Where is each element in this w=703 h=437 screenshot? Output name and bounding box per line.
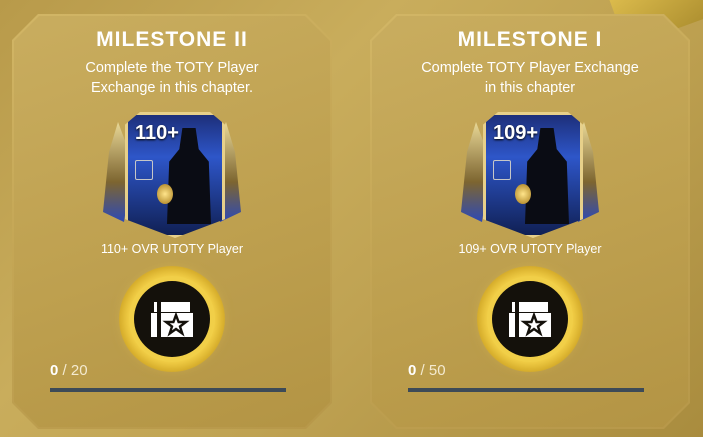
player-card: 109+	[461, 112, 599, 232]
card-rating: 110+	[135, 122, 179, 144]
gold-emblem-icon	[515, 184, 531, 204]
milestone-description: Complete the TOTY Player Exchange in thi…	[85, 60, 259, 96]
pack-circle	[134, 281, 210, 357]
card-rating: 109+	[493, 122, 539, 144]
pack-circle	[492, 281, 568, 357]
reward-label: 110+ OVR UTOTY Player	[100, 242, 244, 256]
progress-total: / 50	[420, 362, 446, 379]
pack-reward-button[interactable]	[477, 266, 583, 372]
club-badge-icon	[493, 160, 511, 180]
progress-bar	[50, 388, 286, 392]
progress-total: / 20	[62, 362, 88, 379]
club-badge-icon	[135, 160, 153, 180]
player-card: 110+	[103, 112, 241, 232]
progress-counter: 0 / 50	[408, 362, 446, 379]
progress-counter: 0 / 20	[50, 362, 88, 379]
progress-bar	[408, 388, 644, 392]
pack-box-star-icon	[148, 298, 196, 340]
progress-current: 0	[50, 362, 59, 379]
milestone-card-2[interactable]: MILESTONE II Complete the TOTY Player Ex…	[12, 14, 332, 429]
reward-label: 109+ OVR UTOTY Player	[458, 242, 602, 256]
milestone-title: MILESTONE II	[96, 28, 248, 51]
pack-reward-button[interactable]	[119, 266, 225, 372]
pack-box-star-icon	[506, 298, 554, 340]
progress-current: 0	[408, 362, 417, 379]
milestone-title: MILESTONE I	[457, 28, 603, 51]
milestone-card-1[interactable]: MILESTONE I Complete TOTY Player Exchang…	[370, 14, 690, 429]
milestone-description: Complete TOTY Player Exchange in this ch…	[421, 60, 639, 96]
gold-emblem-icon	[157, 184, 173, 204]
